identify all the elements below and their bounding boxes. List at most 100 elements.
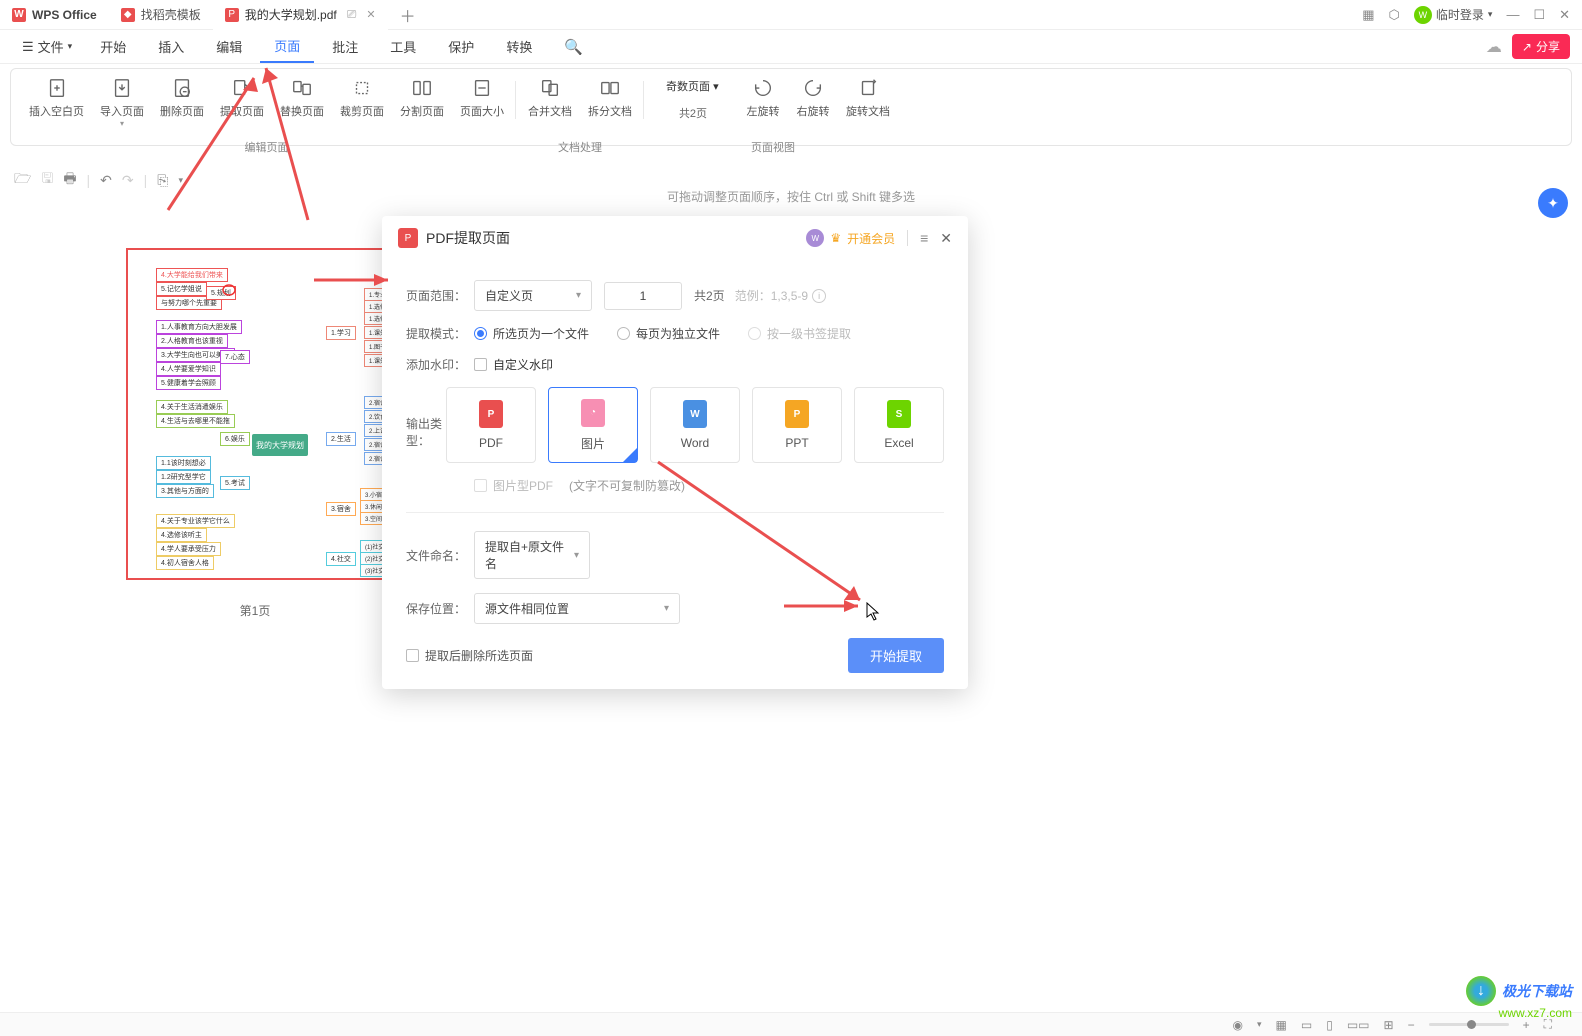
replace-page-button[interactable]: 替换页面	[272, 75, 332, 121]
minimize-icon[interactable]: ―	[1506, 7, 1519, 22]
zoom-in-icon[interactable]: +	[1523, 1018, 1530, 1032]
tools-icon: ✦	[1547, 195, 1559, 212]
menu-start[interactable]: 开始	[86, 31, 140, 62]
menubar: ☰ 文件 ▾ 开始 插入 编辑 页面 批注 工具 保护 转换 🔍 ☁ ↗ 分享	[0, 30, 1582, 64]
wps-icon: W	[12, 8, 26, 22]
crown-icon: ♛	[830, 231, 841, 245]
replace-page-icon	[291, 77, 313, 99]
output-sub-row: 图片型PDF (文字不可复制防篡改)	[474, 477, 944, 494]
output-image-option[interactable]: ◔图片	[548, 387, 638, 463]
rotate-left-icon	[752, 77, 774, 99]
new-tab-button[interactable]: ＋	[388, 0, 428, 30]
crop-page-icon	[351, 77, 373, 99]
merge-doc-button[interactable]: 合并文档	[520, 75, 580, 121]
eye-icon[interactable]: ◉	[1233, 1018, 1243, 1032]
mode-one-file-radio[interactable]: 所选页为一个文件	[474, 325, 589, 342]
login-label: 临时登录	[1436, 6, 1484, 23]
import-page-button[interactable]: 导入页面▾	[92, 75, 152, 130]
menu-annotate[interactable]: 批注	[318, 31, 372, 62]
split-page-icon	[411, 77, 433, 99]
output-pdf-option[interactable]: PPDF	[446, 387, 536, 463]
menu-page[interactable]: 页面	[260, 30, 314, 63]
split-doc-icon	[599, 77, 621, 99]
share-button[interactable]: ↗ 分享	[1512, 34, 1570, 59]
vip-link[interactable]: 开通会员	[847, 230, 895, 247]
delete-after-checkbox[interactable]: 提取后删除所选页面	[406, 647, 533, 664]
extract-page-dialog: P PDF提取页面 W ♛ 开通会员 ≡ ✕ 页面范围： 自定义页 ▾ 共2页 …	[382, 216, 968, 689]
maximize-icon[interactable]: ☐	[1533, 7, 1545, 23]
document-tab[interactable]: P 我的大学规划.pdf ⎚ ✕	[213, 0, 388, 30]
page-size-button[interactable]: 页面大小	[452, 75, 512, 121]
titlebar: W WPS Office ◆ 找稻壳模板 P 我的大学规划.pdf ⎚ ✕ ＋ …	[0, 0, 1582, 30]
rotate-left-button[interactable]: 左旋转	[738, 75, 788, 121]
merge-doc-icon	[539, 77, 561, 99]
app-tab[interactable]: W WPS Office	[0, 0, 109, 30]
chevron-down-icon[interactable]: ▾	[178, 175, 183, 186]
mode-per-page-radio[interactable]: 每页为独立文件	[617, 325, 720, 342]
close-tab-icon[interactable]: ✕	[366, 8, 375, 21]
rotate-doc-button[interactable]: 旋转文档	[838, 75, 898, 121]
menu-convert[interactable]: 转换	[492, 31, 546, 62]
grid-icon[interactable]: ▦	[1362, 7, 1374, 23]
two-page-icon[interactable]: ▭▭	[1347, 1018, 1370, 1032]
extract-mode-row: 提取模式： 所选页为一个文件 每页为独立文件 按一级书签提取	[406, 325, 944, 342]
file-menu[interactable]: ☰ 文件 ▾	[12, 33, 82, 60]
delete-page-button[interactable]: 删除页面	[152, 75, 212, 121]
copy-icon[interactable]: ⎘	[157, 172, 168, 189]
undo-icon[interactable]: ↶	[100, 172, 112, 189]
filename-select[interactable]: 提取自+原文件名 ▾	[474, 531, 590, 579]
watermark-logo-icon: ↓	[1466, 976, 1496, 1006]
output-ppt-option[interactable]: PPPT	[752, 387, 842, 463]
page-range-select[interactable]: 自定义页 ▾	[474, 280, 592, 311]
insert-blank-page-button[interactable]: 插入空白页	[21, 75, 92, 121]
rotate-right-button[interactable]: 右旋转	[788, 75, 838, 121]
extract-page-button[interactable]: 提取页面	[212, 75, 272, 121]
zoom-out-icon[interactable]: −	[1408, 1018, 1415, 1032]
info-icon[interactable]: i	[812, 289, 826, 303]
fullscreen-icon[interactable]: ⛶	[1544, 1017, 1552, 1032]
savepath-select[interactable]: 源文件相同位置 ▾	[474, 593, 680, 624]
start-extract-button[interactable]: 开始提取	[848, 638, 944, 673]
fit-width-icon[interactable]: ⊞	[1384, 1018, 1394, 1032]
side-fab-button[interactable]: ✦	[1538, 188, 1568, 218]
close-dialog-icon[interactable]: ✕	[940, 230, 952, 247]
output-type-row: 输出类型： PPDF ◔图片 WWord PPPT SExcel	[406, 387, 944, 463]
single-page-icon[interactable]: ▭	[1301, 1018, 1312, 1032]
continuous-icon[interactable]: ▯	[1326, 1018, 1333, 1032]
mindmap-center-node: 我的大学规划	[252, 434, 308, 456]
page-thumbnail[interactable]: 我的大学规划 4.大学能给我们带来 5.记忆学姐说 与努力哪个先重要 5.规划 …	[126, 248, 384, 619]
crop-page-button[interactable]: 裁剪页面	[332, 75, 392, 121]
zoom-slider[interactable]	[1429, 1023, 1509, 1026]
output-word-option[interactable]: WWord	[650, 387, 740, 463]
checkbox-icon	[474, 479, 487, 492]
page-number-input[interactable]	[604, 282, 682, 310]
menu-insert[interactable]: 插入	[144, 31, 198, 62]
grid-view-icon[interactable]: ▦	[1276, 1018, 1287, 1032]
chevron-down-icon[interactable]: ▾	[1257, 1019, 1262, 1030]
search-button[interactable]: 🔍	[550, 32, 597, 62]
avatar-icon: W	[806, 229, 824, 247]
cloud-icon[interactable]: ☁	[1486, 37, 1502, 57]
dialog-title: PDF提取页面	[426, 228, 510, 248]
filename-label: 文件命名：	[406, 547, 474, 564]
menu-tools[interactable]: 工具	[376, 31, 430, 62]
menu-edit[interactable]: 编辑	[202, 31, 256, 62]
split-page-button[interactable]: 分割页面	[392, 75, 452, 121]
watermark-row: 添加水印： 自定义水印	[406, 356, 944, 373]
statusbar: ◉ ▾ ▦ ▭ ▯ ▭▭ ⊞ − + ⛶	[0, 1012, 1582, 1036]
titlebar-right: ▦ ⬡ W 临时登录 ▾ ― ☐ ✕	[1362, 6, 1582, 24]
menu-protect[interactable]: 保护	[434, 31, 488, 62]
login-button[interactable]: W 临时登录 ▾	[1414, 6, 1493, 24]
templates-tab[interactable]: ◆ 找稻壳模板	[109, 0, 213, 30]
close-window-icon[interactable]: ✕	[1559, 7, 1570, 23]
redo-icon[interactable]: ↷	[122, 172, 134, 189]
menu-icon[interactable]: ≡	[920, 230, 928, 246]
cube-icon[interactable]: ⬡	[1389, 7, 1400, 23]
output-excel-option[interactable]: SExcel	[854, 387, 944, 463]
odd-pages-select[interactable]: 奇数页面 ▾	[658, 75, 728, 97]
split-doc-button[interactable]: 拆分文档	[580, 75, 640, 121]
mode-bookmark-radio[interactable]: 按一级书签提取	[748, 325, 851, 342]
custom-watermark-checkbox[interactable]: 自定义水印	[474, 356, 553, 373]
dialog-header: P PDF提取页面 W ♛ 开通会员 ≡ ✕	[382, 216, 968, 260]
page-total: 共2页	[694, 287, 725, 304]
